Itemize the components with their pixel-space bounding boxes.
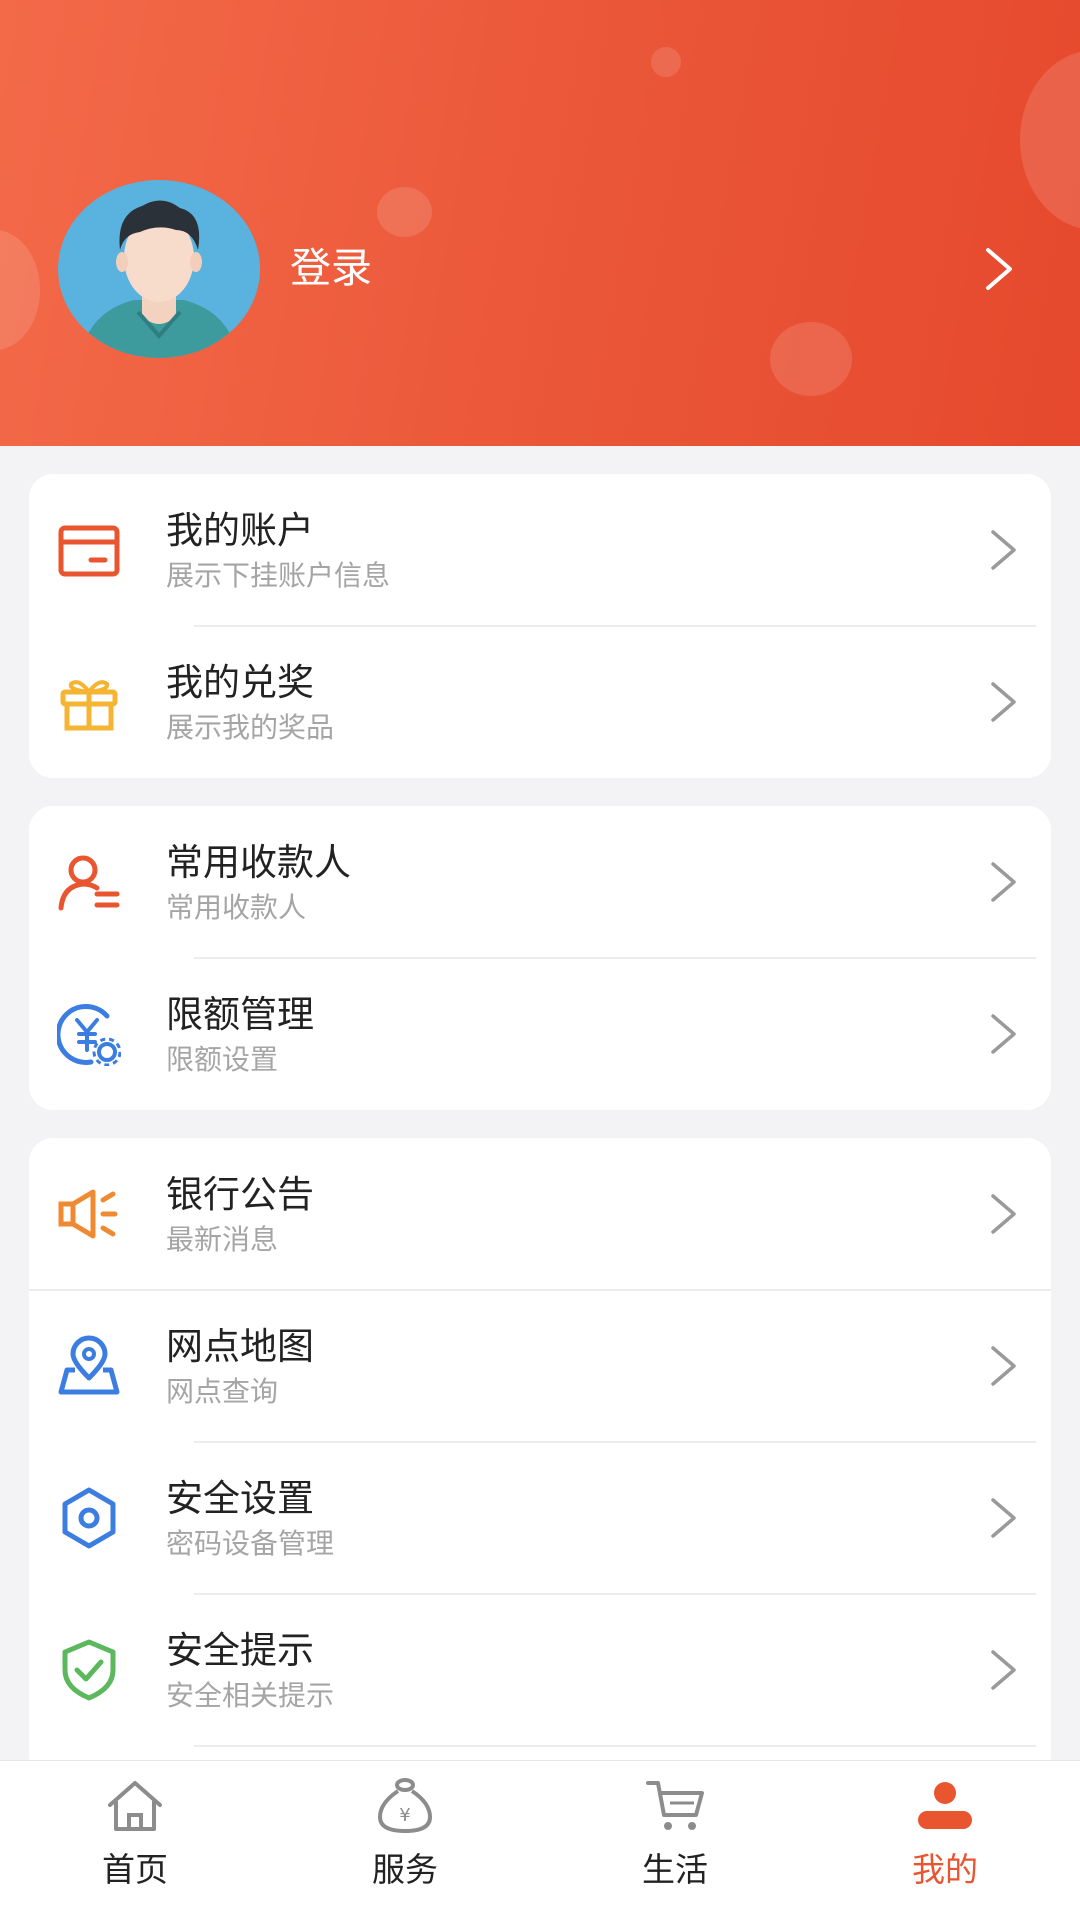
chevron-right-icon	[991, 1346, 1016, 1386]
avatar[interactable]	[58, 180, 260, 358]
gift-icon	[60, 680, 118, 731]
chevron-right-icon	[991, 1014, 1016, 1054]
tab-services[interactable]: ¥ 服务	[270, 1761, 540, 1921]
decor-bubble	[651, 47, 681, 77]
menu-item-branch-map[interactable]: 网点地图 网点查询	[29, 1290, 1051, 1442]
decor-bubble	[770, 322, 852, 396]
menu-item-subtitle: 常用收款人	[166, 891, 307, 924]
decor-bubble	[0, 230, 40, 350]
hexagon-icon	[62, 1487, 116, 1549]
shield-check-icon	[62, 1639, 116, 1701]
menu-item-title: 网点地图	[166, 1325, 314, 1368]
menu-item-title: 常用收款人	[166, 841, 351, 884]
menu-item-subtitle: 安全相关提示	[166, 1679, 335, 1712]
menu-item-frequent-payees[interactable]: 常用收款人 常用收款人	[29, 806, 1051, 958]
account-card: 我的账户 展示下挂账户信息 我的兑奖 展示我的奖品	[29, 474, 1051, 778]
map-pin-icon	[58, 1335, 120, 1395]
menu-item-bank-notice[interactable]: 银行公告 最新消息	[29, 1138, 1051, 1290]
menu-item-subtitle: 最新消息	[166, 1223, 279, 1256]
transfer-card: 常用收款人 常用收款人 限额管理 限额设置	[29, 806, 1051, 1110]
money-bag-icon: ¥	[377, 1778, 433, 1834]
home-icon	[108, 1781, 162, 1831]
chevron-right-icon[interactable]	[980, 244, 1020, 294]
menu-item-subtitle: 限额设置	[166, 1043, 279, 1076]
login-label[interactable]: 登录	[290, 242, 372, 294]
tab-label: 首页	[102, 1850, 168, 1889]
card-icon	[58, 525, 120, 577]
menu-item-subtitle: 密码设备管理	[166, 1527, 335, 1560]
divider	[194, 1745, 1036, 1747]
tab-label: 我的	[912, 1850, 978, 1889]
menu-item-my-prizes[interactable]: 我的兑奖 展示我的奖品	[29, 626, 1051, 778]
menu-item-title: 我的兑奖	[166, 661, 314, 704]
user-icon	[918, 1782, 972, 1829]
chevron-right-icon	[991, 1650, 1016, 1690]
bottom-tab-bar: 首页 ¥ 服务 生活 我的	[0, 1760, 1080, 1921]
decor-bubble	[377, 187, 432, 237]
tab-mine[interactable]: 我的	[810, 1761, 1080, 1921]
menu-item-security-tips[interactable]: 安全提示 安全相关提示	[29, 1594, 1051, 1746]
chevron-right-icon	[991, 1498, 1016, 1538]
decor-bubble	[1020, 50, 1080, 230]
menu-item-title: 安全设置	[166, 1477, 314, 1520]
tab-label: 服务	[372, 1850, 438, 1889]
services-card: 银行公告 最新消息 网点地图 网点查询 安全设置 密码设备管理 安全提示 安全相…	[29, 1138, 1051, 1778]
menu-item-subtitle: 展示下挂账户信息	[166, 559, 391, 592]
menu-item-title: 安全提示	[166, 1629, 314, 1672]
tab-label: 生活	[642, 1850, 708, 1889]
tab-home[interactable]: 首页	[0, 1761, 270, 1921]
payee-icon	[58, 855, 120, 911]
menu-item-subtitle: 网点查询	[166, 1375, 279, 1408]
profile-header: 登录	[0, 0, 1080, 446]
tab-life[interactable]: 生活	[540, 1761, 810, 1921]
chevron-right-icon	[991, 862, 1016, 902]
menu-item-subtitle: 展示我的奖品	[166, 711, 335, 744]
chevron-right-icon	[991, 530, 1016, 570]
menu-item-title: 银行公告	[166, 1173, 314, 1216]
menu-item-limit-management[interactable]: 限额管理 限额设置	[29, 958, 1051, 1110]
menu-item-title: 我的账户	[166, 509, 314, 552]
megaphone-icon	[58, 1189, 118, 1239]
chevron-right-icon	[991, 682, 1016, 722]
limit-icon	[57, 1004, 121, 1066]
menu-item-security-settings[interactable]: 安全设置 密码设备管理	[29, 1442, 1051, 1594]
chevron-right-icon	[991, 1194, 1016, 1234]
menu-item-title: 限额管理	[166, 993, 314, 1036]
menu-item-my-account[interactable]: 我的账户 展示下挂账户信息	[29, 474, 1051, 626]
svg-text:¥: ¥	[399, 1805, 410, 1826]
cart-icon	[646, 1781, 704, 1830]
